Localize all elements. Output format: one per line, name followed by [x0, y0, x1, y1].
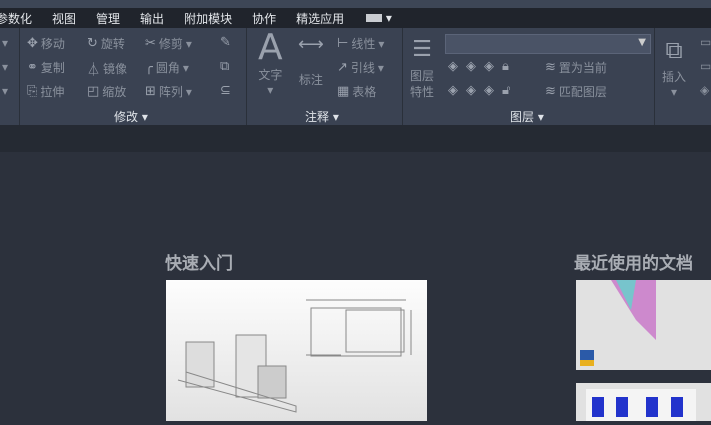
scale-button[interactable]: ◰ 缩放: [87, 83, 126, 100]
building-drawing-icon: [177, 299, 412, 413]
linear-dim-icon: ⊢: [337, 36, 349, 51]
tab-view[interactable]: 视图: [52, 10, 76, 27]
recent-docs-heading: 最近使用的文档: [574, 254, 693, 274]
move-button[interactable]: ✥ 移动: [27, 35, 65, 52]
stretch-icon: ⎘: [27, 84, 38, 99]
leader-icon: ↗: [337, 60, 348, 75]
tab-output[interactable]: 输出: [140, 10, 164, 27]
create-block-icon[interactable]: ▭: [700, 35, 711, 49]
layer-tools-row: ◈ ◈ ◈ 🔒︎: [448, 59, 509, 74]
array-icon: ⊞: [145, 84, 156, 99]
layer-on-icon[interactable]: ◈: [448, 83, 458, 98]
ribbon: ▾ ▾ ▾ ✥ 移动 ↻ 旋转 ✂ 修剪 ▾ ⚭ 复制 ⏃ 镜像 ╭ 圆角 ▾ ⎘ 拉伸 ◰ 缩…: [0, 28, 711, 125]
text-a-icon: A: [258, 27, 283, 68]
quick-start-heading: 快速入门: [165, 254, 233, 274]
match-layer-button[interactable]: ≋ 匹配图层: [545, 83, 607, 100]
dimension-icon: ⟷: [298, 34, 324, 55]
layer-freeze-icon[interactable]: ◈: [484, 59, 494, 74]
layer-isolate-icon[interactable]: ◈: [466, 59, 476, 74]
modify-panel-label[interactable]: 修改 ▾: [114, 108, 148, 125]
divider: [19, 28, 20, 125]
offset-icon: ⊆: [220, 83, 231, 98]
tab-manage[interactable]: 管理: [96, 10, 120, 27]
eraser-icon: ✎: [220, 35, 231, 50]
mirror-icon: ⏃: [87, 63, 101, 78]
copy-icon: ⚭: [27, 60, 38, 75]
chevron-down-icon: ▼: [638, 37, 646, 48]
layer-unisolate-icon[interactable]: ◈: [466, 83, 476, 98]
explode-button[interactable]: ⧉: [220, 59, 229, 74]
layer-properties-button[interactable]: ☰ 图层 特性: [410, 32, 434, 100]
tab-featured-apps[interactable]: 精选应用: [296, 10, 344, 27]
text-button[interactable]: A 文字 ▾: [258, 27, 283, 98]
annotation-panel-label[interactable]: 注释 ▾: [305, 108, 339, 125]
tab-collaborate[interactable]: 协作: [252, 10, 276, 27]
fillet-icon: ╭: [145, 60, 153, 75]
panel-icon: [366, 14, 383, 22]
insert-button[interactable]: ⧉ 插入 ▾: [662, 32, 686, 99]
linear-button[interactable]: ⊢ 线性 ▾: [337, 35, 384, 52]
insert-block-icon: ⧉: [665, 36, 683, 64]
divider: [246, 28, 247, 125]
trim-button[interactable]: ✂ 修剪 ▾: [145, 35, 192, 52]
recent-doc-thumbnail[interactable]: [576, 280, 711, 370]
dropdown-arrow-icon[interactable]: ▾: [2, 60, 8, 74]
erase-button[interactable]: ✎: [220, 35, 231, 50]
workspace-toggle-button[interactable]: ▾: [366, 11, 392, 25]
leader-button[interactable]: ↗ 引线 ▾: [337, 59, 384, 76]
scale-icon: ◰: [87, 84, 100, 99]
rotate-button[interactable]: ↻ 旋转: [87, 35, 125, 52]
ribbon-tabs: 参数化 视图 管理 输出 附加模块 协作 精选应用 ▾: [0, 8, 711, 28]
divider: [402, 28, 403, 125]
table-button[interactable]: ▦ 表格: [337, 83, 376, 100]
stretch-button[interactable]: ⎘ 拉伸: [27, 83, 64, 100]
layer-thaw-icon[interactable]: ◈: [484, 83, 494, 98]
fillet-button[interactable]: ╭ 圆角 ▾: [145, 59, 189, 76]
tab-addins[interactable]: 附加模块: [184, 10, 232, 27]
dropdown-arrow-icon[interactable]: ▾: [2, 36, 8, 50]
drawing-preview: [586, 389, 696, 421]
scissors-icon: ✂: [145, 36, 156, 51]
layer-lock-icon[interactable]: 🔒︎: [502, 59, 509, 74]
layer-dropdown[interactable]: ▼: [445, 34, 651, 54]
edit-block-icon[interactable]: ▭: [700, 59, 711, 73]
layer-unlock-icon[interactable]: 🔓︎: [502, 83, 510, 98]
layers-panel-label[interactable]: 图层 ▾: [510, 108, 544, 125]
layer-tools-row-2: ◈ ◈ ◈ 🔓︎: [448, 83, 510, 98]
move-icon: ✥: [27, 36, 38, 51]
layers-icon: ☰: [412, 37, 432, 62]
divider: [654, 28, 655, 125]
attribute-icon[interactable]: ◈: [700, 83, 709, 97]
layer-off-icon[interactable]: ◈: [448, 59, 458, 74]
dropdown-arrow-icon[interactable]: ▾: [2, 84, 8, 98]
rotate-icon: ↻: [87, 36, 98, 51]
file-tabs-bar: [0, 125, 711, 152]
title-bar: [0, 0, 711, 8]
drawing-preview: [580, 280, 656, 366]
copy-button[interactable]: ⚭ 复制: [27, 59, 65, 76]
explode-icon: ⧉: [220, 59, 230, 74]
recent-doc-thumbnail[interactable]: [576, 383, 711, 421]
dimension-button[interactable]: ⟷ 标注: [298, 34, 324, 88]
set-current-button[interactable]: ≋ 置为当前: [545, 59, 607, 76]
quick-start-image[interactable]: [166, 280, 427, 421]
table-icon: ▦: [337, 84, 350, 99]
offset-button[interactable]: ⊆: [220, 83, 231, 98]
mirror-button[interactable]: ⏃ 镜像: [87, 59, 127, 78]
layer-current-icon: ≋: [545, 60, 556, 75]
tab-parametric[interactable]: 参数化: [0, 10, 32, 27]
array-button[interactable]: ⊞ 阵列 ▾: [145, 83, 192, 100]
match-layer-icon: ≋: [545, 84, 556, 99]
